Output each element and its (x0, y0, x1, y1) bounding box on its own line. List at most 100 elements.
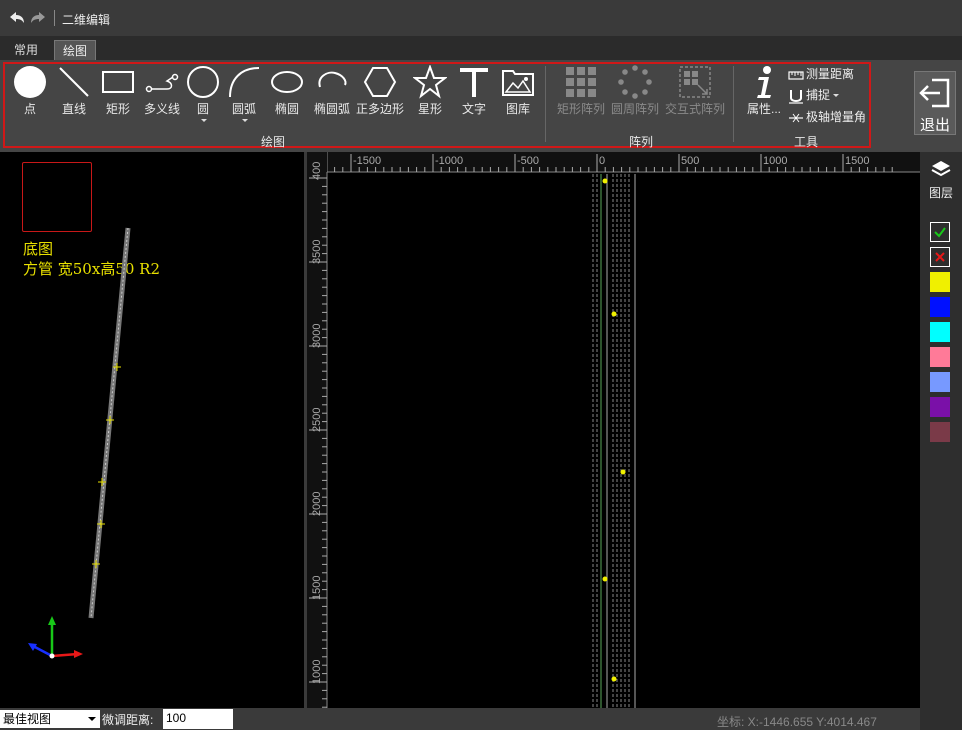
point-tool-button[interactable]: 点 (8, 65, 52, 116)
gallery-icon (502, 70, 534, 96)
layers-icon[interactable] (931, 160, 951, 178)
group-separator (545, 66, 546, 142)
window-title: 二维编辑 (62, 13, 111, 27)
interactive-array-icon (679, 66, 711, 98)
status-bar: 最佳视图 微调距离: 100 坐标: X:-1446.655 Y:4014.46… (0, 708, 920, 730)
info-icon (757, 66, 771, 98)
ellipse-icon (271, 71, 303, 93)
rectangle-icon (102, 71, 134, 93)
circle-dropdown-caret[interactable] (201, 119, 207, 122)
magnet-icon (789, 89, 803, 104)
ruler-tick-label: -1000 (435, 155, 463, 167)
ellipse-tool-button[interactable]: 椭圆 (265, 65, 309, 116)
arc-icon (229, 67, 260, 98)
circle-tool-button[interactable]: 圆 (181, 65, 225, 122)
line-icon (59, 67, 89, 97)
view-mode-value: 最佳视图 (3, 712, 52, 726)
ruler-tick-label: 2500 (311, 408, 323, 432)
layer-color-swatch[interactable] (930, 322, 950, 342)
rect-array-icon (566, 67, 596, 97)
tab-draw[interactable]: 绘图 (54, 40, 97, 60)
ruler-tick-label: 500 (681, 155, 699, 167)
elliptic-arc-tool-button[interactable]: 椭圆弧 (310, 65, 354, 116)
gallery-tool-label: 图库 (505, 102, 530, 116)
ruler-tick-label: -1500 (353, 155, 381, 167)
drawing-canvas-svg: -1500 -1000 -500 0 500 1000 1500 400 3500 3000 250… (307, 152, 920, 708)
polar-increment-label: 极轴增量角 (806, 110, 867, 124)
point-icon (14, 66, 46, 98)
properties-label: 属性... (746, 102, 781, 116)
close-icon (935, 252, 945, 262)
tab-common[interactable]: 常用 (6, 40, 46, 60)
snap-dropdown-caret[interactable] (833, 94, 840, 98)
ruler-tick-label: 3500 (311, 240, 323, 264)
chevron-down-icon (88, 717, 96, 721)
array-group-label: 阵列 (629, 135, 654, 149)
measure-distance-label: 测量距离 (806, 67, 855, 81)
polyline-tool-button[interactable]: 多义线 (140, 65, 184, 116)
ruler-tick-label: 2000 (311, 492, 323, 516)
interactive-array-tool-label: 交互式阵列 (664, 102, 725, 116)
tools-group-label: 工具 (794, 135, 819, 149)
redo-icon[interactable] (29, 9, 47, 27)
drawing-canvas[interactable]: -1500 -1000 -500 0 500 1000 1500 400 3500 3000 250… (307, 152, 920, 708)
rect-array-tool-button[interactable]: 矩形阵列 (557, 65, 605, 116)
ruler-tick-label: 1000 (763, 155, 787, 167)
properties-button[interactable]: 属性... (742, 65, 786, 116)
circular-array-icon (618, 65, 652, 99)
layer-panel: 图层 (920, 152, 962, 730)
check-icon (934, 227, 946, 238)
view-mode-select[interactable]: 最佳视图 (0, 710, 100, 728)
layer-color-swatch[interactable] (930, 272, 950, 292)
measure-distance-button[interactable]: 测量距离 (788, 65, 854, 83)
tab-bar: 常用 绘图 (0, 36, 962, 60)
text-tool-button[interactable]: 文字 (452, 65, 496, 116)
star-icon (413, 65, 447, 99)
layer-color-swatch[interactable] (930, 372, 950, 392)
fine-tune-input[interactable]: 100 (163, 709, 233, 729)
hexagon-icon (363, 67, 397, 97)
title-separator (54, 10, 55, 26)
snap-label: 捕捉 (806, 88, 831, 102)
ruler-tick-label: 1500 (845, 155, 869, 167)
draw-group-label: 绘图 (261, 135, 286, 149)
ruler-tick-label: 1000 (311, 660, 323, 684)
circular-array-tool-button[interactable]: 圆周阵列 (611, 65, 659, 116)
ribbon-toolbar: 点 直线 矩形 多义线 圆 圆弧 椭圆 椭圆弧 正多边形 星形 文字 图库 绘图… (0, 60, 962, 152)
snap-button[interactable]: 捕捉 (788, 86, 840, 104)
preview-3d-view[interactable]: 底图 方管 宽50x高50 R2 (0, 152, 304, 708)
arc-dropdown-caret[interactable] (242, 119, 248, 122)
gallery-tool-button[interactable]: 图库 (496, 65, 540, 116)
polar-increment-button[interactable]: 极轴增量角 (788, 108, 866, 126)
circle-icon (187, 66, 219, 98)
layer-color-swatch[interactable] (930, 397, 950, 417)
undo-icon[interactable] (8, 9, 26, 27)
title-bar: 二维编辑 (0, 0, 962, 36)
layer-color-swatch[interactable] (930, 297, 950, 317)
ruler-tick-label: 0 (599, 155, 605, 167)
show-all-layers-checkbox[interactable] (930, 222, 950, 242)
ruler-tick-label: 400 (311, 162, 323, 180)
layer-color-swatch[interactable] (930, 422, 950, 442)
hide-all-layers-checkbox[interactable] (930, 247, 950, 267)
exit-button[interactable]: 退出 (914, 71, 956, 135)
ruler-icon (788, 71, 804, 80)
interactive-array-tool-button[interactable]: 交互式阵列 (665, 65, 725, 116)
exit-icon (919, 78, 950, 108)
axis-gizmo (28, 616, 83, 659)
polar-axis-icon (789, 113, 803, 123)
ruler-tick-label: -500 (517, 155, 539, 167)
layer-title: 图层 (928, 186, 953, 200)
rectangle-tool-button[interactable]: 矩形 (96, 65, 140, 116)
ruler-tick-label: 3000 (311, 324, 323, 348)
line-tool-button[interactable]: 直线 (52, 65, 96, 116)
fine-tune-label: 微调距离: (102, 713, 154, 727)
star-tool-button[interactable]: 星形 (408, 65, 452, 116)
cursor-coordinates: 坐标: X:-1446.655 Y:4014.467 (717, 715, 877, 729)
layer-color-swatch[interactable] (930, 347, 950, 367)
exit-label: 退出 (919, 117, 950, 134)
polygon-tool-button[interactable]: 正多边形 (356, 65, 404, 116)
ruler-tick-label: 1500 (311, 576, 323, 600)
arc-tool-button[interactable]: 圆弧 (222, 65, 266, 122)
polyline-icon (145, 73, 179, 93)
